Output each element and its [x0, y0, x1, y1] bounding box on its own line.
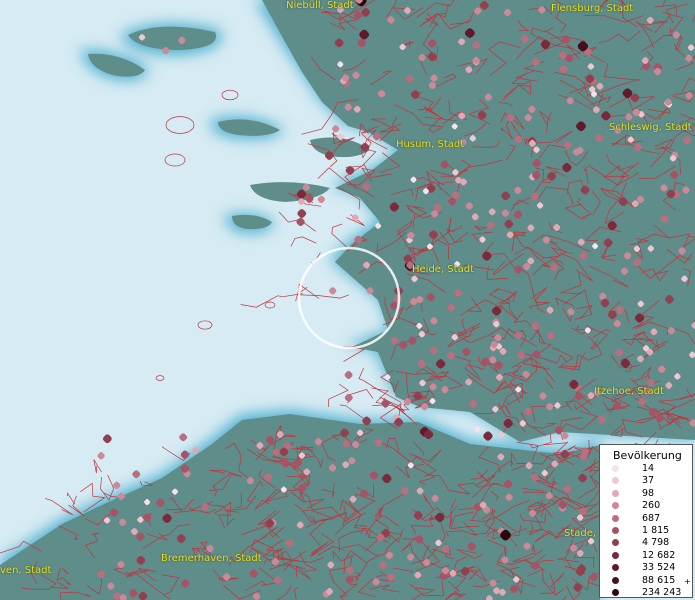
- legend-swatch: [612, 539, 619, 547]
- legend-swatch: [612, 514, 619, 522]
- legend-swatch: [612, 465, 619, 472]
- legend-swatch: [612, 576, 619, 584]
- legend-swatch: [612, 589, 619, 596]
- legend-title: Bevölkerung: [613, 449, 682, 462]
- city-label-flensburg: Flensburg, Stadt: [551, 3, 634, 14]
- legend-value: 1 815: [642, 525, 670, 536]
- city-label-cuxhaven: ven, Stadt: [0, 565, 52, 576]
- legend-value: 33 524: [642, 562, 676, 574]
- legend-value: 4 798: [642, 537, 670, 549]
- legend-swatch: [612, 551, 619, 559]
- map-canvas[interactable]: [0, 0, 695, 600]
- legend-open-ended-mark: +: [684, 577, 691, 586]
- city-label-stade: Stade,: [564, 528, 597, 539]
- city-label-husum: Husum, Stadt: [396, 139, 465, 150]
- legend-value: 260: [642, 500, 661, 512]
- legend-value: 88 615: [642, 574, 676, 586]
- city-label-heide: Heide, Stadt: [412, 264, 474, 275]
- legend-swatch: [612, 527, 619, 534]
- legend-value: 12 682: [642, 549, 676, 561]
- legend-value: 234 243: [642, 587, 682, 598]
- city-label-schleswig: Schleswig, Stadt: [609, 122, 692, 133]
- legend-swatch: [612, 502, 619, 510]
- legend-value: 98: [642, 487, 655, 499]
- legend-swatch: [612, 489, 619, 497]
- city-label-itzehoe: Itzehoe, Stadt: [594, 386, 664, 397]
- legend-value: 14: [642, 463, 655, 474]
- legend-value: 37: [642, 475, 655, 487]
- legend-swatch: [612, 564, 619, 572]
- legend-swatch: [612, 477, 619, 485]
- legend-value: 687: [642, 512, 661, 524]
- population-legend: Bevölkerung 14 37 98 260 687 1 815 4 798 12 682…: [599, 444, 693, 598]
- city-label-bremerhaven: Bremerhaven, Stadt: [161, 553, 262, 564]
- city-label-niebuell: Niebüll, Stadt: [286, 0, 354, 11]
